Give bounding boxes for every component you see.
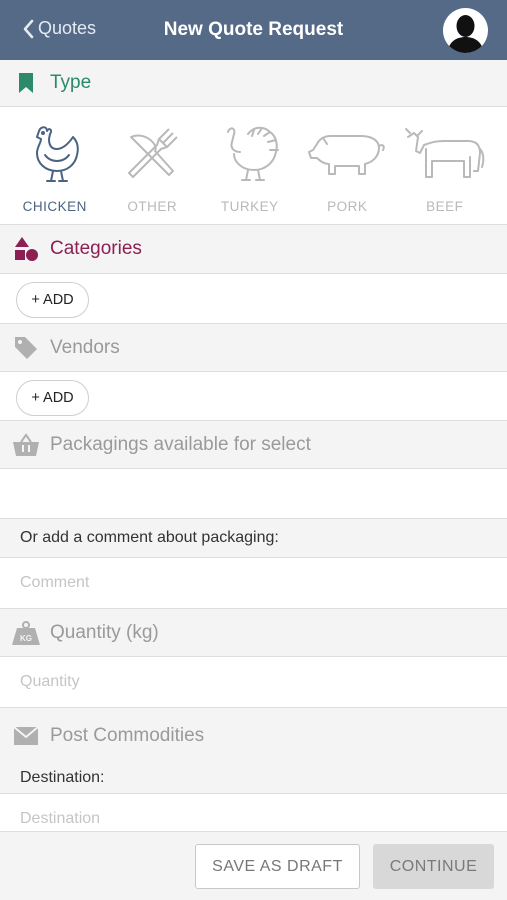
footer-bar: SAVE AS DRAFT CONTINUE — [0, 831, 507, 900]
vendors-section-header: Vendors — [0, 324, 507, 372]
packaging-comment-prompt: Or add a comment about packaging: — [0, 519, 507, 558]
destination-label: Destination: — [0, 763, 507, 794]
chicken-icon — [25, 121, 85, 187]
cow-icon — [404, 121, 486, 187]
type-label-turkey: TURKEY — [220, 199, 279, 214]
fork-knife-icon — [125, 121, 179, 187]
quantity-label: Quantity (kg) — [50, 621, 159, 643]
type-label-chicken: CHICKEN — [22, 199, 87, 214]
save-draft-button[interactable]: SAVE AS DRAFT — [195, 844, 360, 889]
page-title: New Quote Request — [163, 19, 344, 40]
categories-label: Categories — [50, 238, 142, 259]
vendors-row: + ADD — [0, 372, 507, 421]
type-label-other: OTHER — [127, 199, 178, 214]
type-selector: CHICKEN OTHER TURKEY PORK BEEF — [0, 107, 507, 225]
type-item-pork[interactable]: PORK — [299, 107, 397, 224]
envelope-icon — [11, 721, 41, 751]
type-label-pork: PORK — [327, 199, 368, 214]
add-vendor-button[interactable]: + ADD — [16, 380, 89, 416]
continue-button[interactable]: CONTINUE — [373, 844, 494, 889]
basket-icon — [11, 430, 41, 460]
add-category-button[interactable]: + ADD — [16, 282, 89, 318]
type-item-beef[interactable]: BEEF — [396, 107, 494, 224]
tag-icon — [11, 333, 41, 363]
quantity-section-header: KG Quantity (kg) — [0, 609, 507, 657]
categories-row: + ADD — [0, 274, 507, 324]
type-item-turkey[interactable]: TURKEY — [201, 107, 299, 224]
navbar: Quotes New Quote Request — [0, 0, 507, 60]
quantity-field-row — [0, 657, 507, 708]
type-label: Type — [50, 72, 92, 93]
type-section-header: Type — [0, 60, 507, 107]
comment-input[interactable] — [0, 558, 507, 608]
user-silhouette-icon — [447, 15, 484, 53]
avatar[interactable] — [443, 8, 488, 53]
categories-section-header: Categories — [0, 225, 507, 274]
post-section-header: Post Commodities — [0, 708, 507, 763]
quantity-input[interactable] — [0, 657, 507, 707]
type-item-chicken[interactable]: CHICKEN — [6, 107, 104, 224]
type-item-other[interactable]: OTHER — [104, 107, 202, 224]
bookmark-icon — [11, 68, 41, 98]
pig-icon — [307, 121, 387, 187]
packagings-list — [0, 469, 507, 519]
weight-icon: KG — [11, 618, 41, 648]
packagings-label: Packagings available for select — [50, 433, 311, 455]
vendors-label: Vendors — [50, 336, 120, 358]
post-label: Post Commodities — [50, 724, 205, 746]
comment-field-row — [0, 558, 507, 609]
type-label-beef: BEEF — [426, 199, 464, 214]
packagings-section-header: Packagings available for select — [0, 421, 507, 469]
weight-badge-text: KG — [20, 634, 32, 643]
turkey-icon — [218, 121, 282, 187]
shapes-icon — [11, 234, 41, 264]
